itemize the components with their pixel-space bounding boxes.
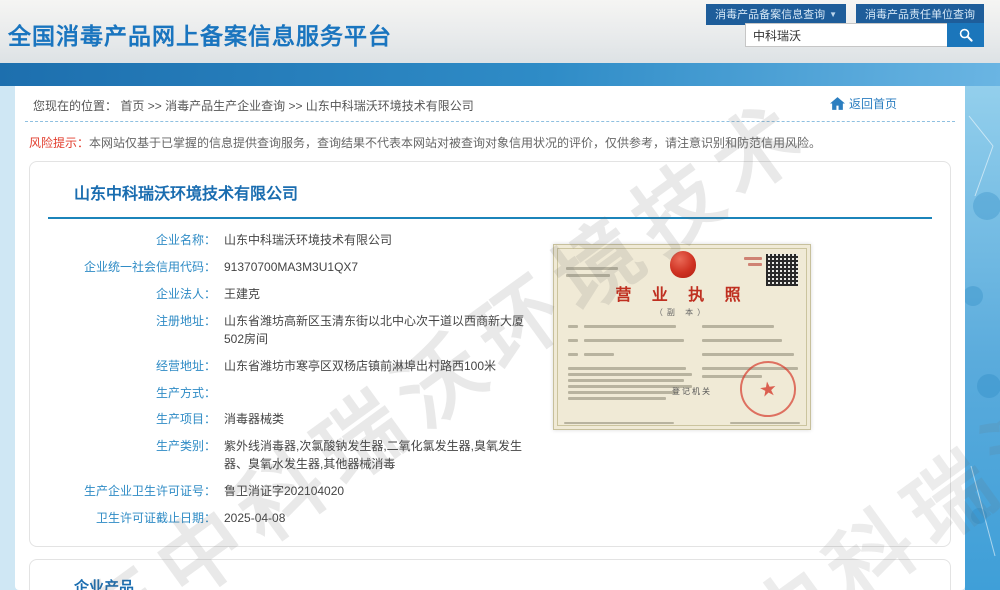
license-text-line xyxy=(702,339,782,342)
license-copy-label: （副 本） xyxy=(554,307,810,318)
field-label: 企业统一社会信用代码： xyxy=(46,258,216,276)
top-nav: 消毒产品备案信息查询 ▼ 消毒产品责任单位查询 xyxy=(706,4,984,25)
license-text-line xyxy=(584,353,614,356)
home-icon xyxy=(830,97,845,110)
breadcrumb-category-link[interactable]: 消毒产品生产企业查询 xyxy=(165,99,285,113)
license-text-line xyxy=(702,353,794,356)
breadcrumb-home-link[interactable]: 首页 xyxy=(120,99,144,113)
chevron-down-icon: ▼ xyxy=(829,10,837,19)
header-banner: 全国消毒产品网上备案信息服务平台 消毒产品备案信息查询 ▼ 消毒产品责任单位查询 xyxy=(0,0,1000,63)
company-info-box: 山东中科瑞沃环境技术有限公司 企业名称：山东中科瑞沃环境技术有限公司企业统一社会… xyxy=(29,161,951,547)
breadcrumb-company: 山东中科瑞沃环境技术有限公司 xyxy=(306,99,474,113)
license-text-line xyxy=(584,339,684,342)
license-text-line xyxy=(566,267,618,270)
license-text-line xyxy=(568,397,666,400)
breadcrumb-prefix: 您现在的位置： xyxy=(33,99,117,113)
divider xyxy=(48,217,932,219)
products-box: 企业产品 中科瑞沃牌ZK-50型电解法次氯酸钠发生器中科瑞沃牌ZK-200型化学… xyxy=(29,559,951,590)
company-field-row: 生产企业卫生许可证号： 鲁卫消证字202104020 xyxy=(46,482,934,500)
license-text-line xyxy=(744,257,762,260)
field-label: 注册地址： xyxy=(46,312,216,348)
license-text-line xyxy=(702,325,774,328)
license-text-line xyxy=(568,339,578,342)
nav-responsible-unit-query[interactable]: 消毒产品责任单位查询 xyxy=(856,4,984,25)
search-button[interactable] xyxy=(947,23,984,47)
license-registrar-label: 登记机关 xyxy=(672,386,712,397)
risk-notice: 风险提示：本网站仅基于已掌握的信息提供查询服务，查询结果不代表本网站对被查询对象… xyxy=(29,134,951,151)
company-field-row: 卫生许可证截止日期： 2025-04-08 xyxy=(46,509,934,527)
content-panel: 您现在的位置： 首页 >> 消毒产品生产企业查询 >> 山东中科瑞沃环境技术有限… xyxy=(15,86,965,590)
license-text-line xyxy=(568,373,692,376)
field-value: 91370700MA3M3U1QX7 xyxy=(224,258,358,276)
decorative-right-strip xyxy=(965,86,1000,590)
breadcrumb-separator: >> xyxy=(288,99,302,113)
products-title: 企业产品 xyxy=(74,576,934,590)
business-license-image: 营 业 执 照 （副 本） xyxy=(553,244,811,430)
field-label: 生产方式： xyxy=(46,384,216,401)
license-text-line xyxy=(568,325,578,328)
breadcrumb: 您现在的位置： 首页 >> 消毒产品生产企业查询 >> 山东中科瑞沃环境技术有限… xyxy=(15,86,965,121)
field-value: 鲁卫消证字202104020 xyxy=(224,482,344,500)
field-value: 山东省潍坊市寒亭区双杨店镇前淋埠出村路西100米 xyxy=(224,357,496,375)
field-value: 山东省潍坊高新区玉清东街以北中心次干道以西商新大厦502房间 xyxy=(224,312,524,348)
company-field-row: 生产类别：紫外线消毒器,次氯酸钠发生器,二氧化氯发生器,臭氧发生器、臭氧水发生器… xyxy=(46,437,934,473)
breadcrumb-separator: >> xyxy=(148,99,162,113)
national-emblem-icon xyxy=(670,251,696,278)
divider xyxy=(25,121,955,122)
molecule-decoration-icon xyxy=(965,86,1000,590)
nav-filing-info-query[interactable]: 消毒产品备案信息查询 ▼ xyxy=(706,4,846,25)
field-label: 生产类别： xyxy=(46,437,216,473)
field-label: 生产企业卫生许可证号： xyxy=(46,482,216,500)
search-bar xyxy=(745,23,984,47)
nav-gradient-bar xyxy=(0,63,1000,86)
license-text-line xyxy=(568,391,678,394)
license-text-line xyxy=(730,422,800,424)
field-label: 卫生许可证截止日期： xyxy=(46,509,216,527)
risk-notice-label: 风险提示： xyxy=(29,136,89,150)
field-label: 企业名称： xyxy=(46,231,216,249)
search-input[interactable] xyxy=(745,23,947,47)
field-value: 2025-04-08 xyxy=(224,509,285,527)
site-title: 全国消毒产品网上备案信息服务平台 xyxy=(8,17,392,51)
license-text-line xyxy=(568,367,686,370)
field-value: 消毒器械类 xyxy=(224,410,284,428)
page: 全国消毒产品网上备案信息服务平台 消毒产品备案信息查询 ▼ 消毒产品责任单位查询 xyxy=(0,0,1000,590)
license-text-line xyxy=(568,353,578,356)
field-label: 生产项目： xyxy=(46,410,216,428)
license-text-line xyxy=(748,263,762,266)
company-title: 山东中科瑞沃环境技术有限公司 xyxy=(74,180,934,204)
risk-notice-text: 本网站仅基于已掌握的信息提供查询服务，查询结果不代表本网站对被查询对象信用状况的… xyxy=(89,136,821,150)
field-value: 王建克 xyxy=(224,285,260,303)
back-home-link[interactable]: 返回首页 xyxy=(830,95,897,112)
license-text-line xyxy=(564,422,674,424)
field-label: 企业法人： xyxy=(46,285,216,303)
license-text-line xyxy=(584,325,676,328)
field-value: 紫外线消毒器,次氯酸钠发生器,二氧化氯发生器,臭氧发生器、臭氧水发生器,其他器械… xyxy=(224,437,524,473)
license-text-line xyxy=(568,379,684,382)
qr-code-icon xyxy=(766,254,798,286)
field-value: 山东中科瑞沃环境技术有限公司 xyxy=(224,231,392,249)
field-label: 经营地址： xyxy=(46,357,216,375)
search-icon xyxy=(958,27,974,43)
license-text-line xyxy=(566,274,610,277)
